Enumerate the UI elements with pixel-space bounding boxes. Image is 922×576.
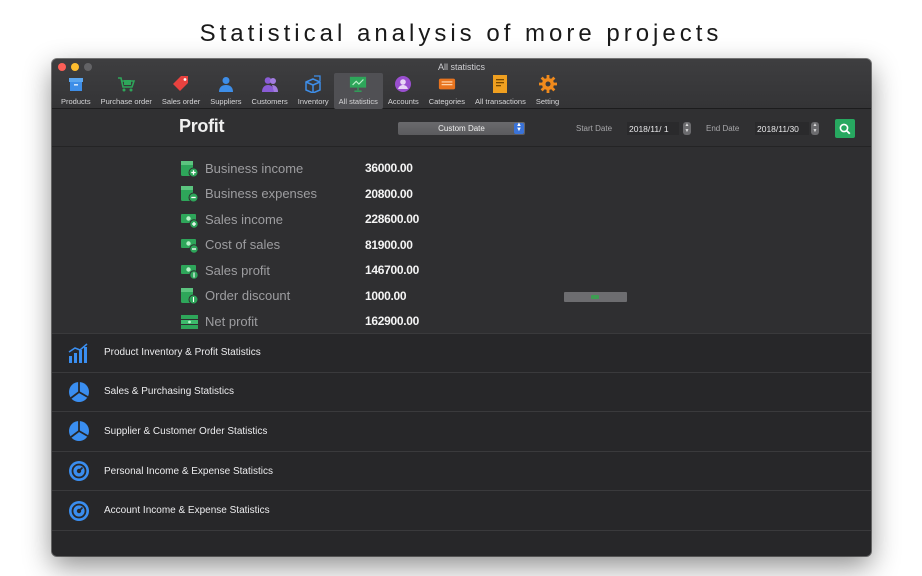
box-icon [67,75,85,93]
end-date-stepper[interactable]: ▲ ▼ [811,122,819,135]
start-date-label: Start Date [576,124,613,133]
list-item-product-inventory-profit[interactable]: Product Inventory & Profit Statistics [52,333,871,373]
stat-business-income: Business income 36000.00 [180,158,413,178]
list-item-label: Account Income & Expense Statistics [104,505,270,517]
pie-chart-icon [69,381,89,402]
list-item-account-income-expense[interactable]: Account Income & Expense Statistics [52,491,871,531]
toolbar-categories[interactable]: Categories [424,73,470,109]
list-item-label: Supplier & Customer Order Statistics [104,425,268,437]
list-item-label: Sales & Purchasing Statistics [104,386,235,398]
stat-label: Business expenses [205,186,318,201]
stat-sales-income: Sales income 228600.00 [180,209,419,229]
filter-header: Profit Custom Date ▲ ▼ Start Date 2018/11… [52,109,871,147]
search-icon [839,123,851,134]
date-mode-select[interactable]: Custom Date ▲ ▼ [398,122,525,135]
stat-label: Business income [205,160,304,176]
date-mode-value: Custom Date [438,124,485,133]
toolbar-all-statistics[interactable]: All statistics [333,73,383,109]
window-title: All statistics [437,62,485,72]
presentation-icon [349,75,367,93]
toolbar-setting[interactable]: Setting [531,73,564,109]
stat-value: 228600.00 [365,212,420,226]
list-item-label: Personal Income & Expense Statistics [104,465,273,477]
person-icon [217,75,235,93]
receipt-icon [491,75,509,93]
cash-minus-icon [181,239,199,254]
gauge-icon [69,500,89,521]
cash-plus-icon [181,213,199,229]
stat-net-profit: Net profit 162900.00 [180,311,419,331]
toolbar-sales-order[interactable]: Sales order [157,73,205,109]
end-date-field[interactable]: 2018/11/30 [755,122,809,135]
stat-cost-of-sales: Cost of sales 81900.00 [180,235,413,255]
boxes-icon [304,75,322,93]
wallet-plus-icon [181,160,199,177]
stat-order-discount: Order discount 1000.00 [180,286,407,306]
chevron-updown-icon: ▲ ▼ [514,122,524,134]
stat-label: Order discount [205,288,291,303]
account-icon [394,75,412,93]
toolbar-suppliers[interactable]: Suppliers [205,73,246,109]
stat-business-expenses: Business expenses 20800.00 [180,184,413,204]
start-date-field[interactable]: 2018/11/ 1 [627,122,679,135]
list-item-sales-purchasing[interactable]: Sales & Purchasing Statistics [52,373,871,413]
toolbar-accounts[interactable]: Accounts [383,73,424,109]
stat-value: 1000.00 [365,288,407,303]
stat-label: Sales income [205,211,284,227]
cart-icon [117,75,136,93]
loading-indicator [564,292,627,302]
profit-stats: Business income 36000.00 Business expens… [52,148,871,333]
wallet-dollar-icon [181,288,199,305]
app-window: All statistics Products Purchase order S… [52,59,871,556]
page-title: Profit [179,116,225,136]
headline: Statistical analysis of more projects [199,20,723,47]
loading-indicator-fill [591,295,599,299]
people-icon [261,75,279,93]
tag-icon [172,75,190,93]
title-bar: All statistics Products Purchase order S… [52,59,871,109]
money-stack-icon [181,314,198,329]
toolbar-inventory[interactable]: Inventory [293,73,334,109]
list-item-personal-income-expense[interactable]: Personal Income & Expense Statistics [52,452,871,492]
toolbar-customers[interactable]: Customers [247,73,293,109]
stat-value: 36000.00 [365,161,413,175]
stat-value: 162900.00 [365,314,420,328]
categories-icon [438,75,456,93]
wallet-minus-icon [181,186,199,203]
gauge-icon [69,461,89,482]
stat-value: 81900.00 [365,237,413,252]
end-date-label: End Date [706,124,740,133]
stat-label: Cost of sales [205,237,281,252]
list-item-label: Product Inventory & Profit Statistics [104,347,261,359]
cash-dollar-icon [181,264,199,280]
pie-chart-icon [69,421,89,442]
toolbar-products[interactable]: Products [56,73,96,109]
search-button[interactable] [835,119,855,138]
toolbar: Products Purchase order Sales order Supp… [56,73,564,109]
toolbar-purchase-order[interactable]: Purchase order [96,73,157,109]
start-date-stepper[interactable]: ▲ ▼ [683,122,691,135]
stat-label: Net profit [205,313,258,329]
gear-icon [538,75,557,93]
statistics-list: Product Inventory & Profit Statistics Sa… [52,333,871,556]
stat-sales-profit: Sales profit 146700.00 [180,260,419,280]
stat-value: 20800.00 [365,186,413,201]
bar-chart-icon [68,343,88,363]
toolbar-all-transactions[interactable]: All transactions [470,73,531,109]
stat-value: 146700.00 [365,263,420,277]
list-item-supplier-customer-order[interactable]: Supplier & Customer Order Statistics [52,412,871,452]
stat-label: Sales profit [205,262,271,278]
